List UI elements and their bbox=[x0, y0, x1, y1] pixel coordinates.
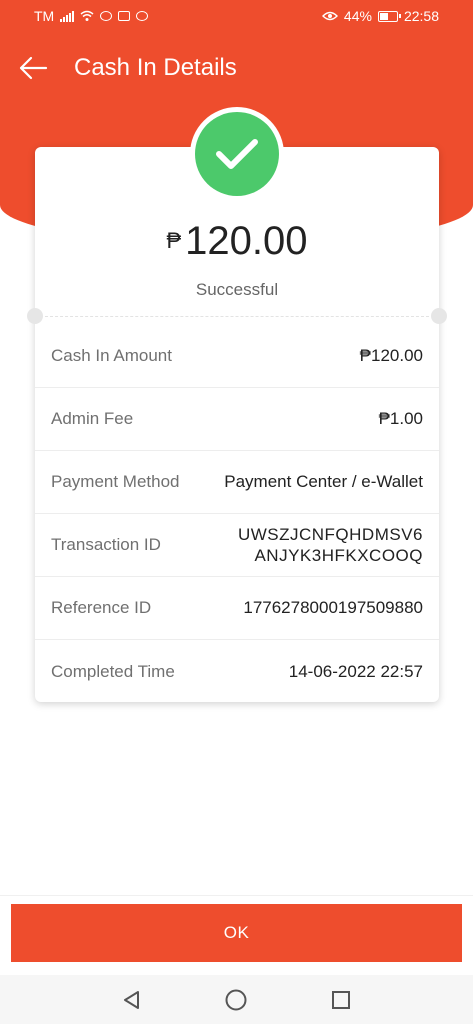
arrow-left-icon bbox=[19, 56, 48, 80]
transaction-id-line-2: ANJYK3HFKXCOOQ bbox=[254, 546, 423, 565]
transaction-status: Successful bbox=[195, 280, 279, 299]
page-title: Cash In Details bbox=[74, 54, 237, 81]
detail-value: ₱120.00 bbox=[359, 346, 423, 365]
circle-home-icon bbox=[225, 989, 247, 1010]
detail-row-transaction-id: Transaction ID UWSZJCNFQHDMSV6 ANJYK3HFK… bbox=[35, 514, 439, 577]
system-nav-bar bbox=[0, 975, 473, 1024]
square-recents-icon bbox=[331, 990, 350, 1009]
check-icon bbox=[216, 139, 258, 169]
detail-value: ₱1.00 bbox=[378, 409, 423, 428]
detail-label: Transaction ID bbox=[51, 535, 161, 554]
battery-icon bbox=[377, 10, 401, 22]
carrier-label: TM bbox=[34, 8, 55, 24]
dashed-divider bbox=[45, 316, 429, 317]
battery-percent: 44% bbox=[343, 8, 372, 24]
nav-recents-button[interactable] bbox=[321, 980, 361, 1020]
news-icon bbox=[118, 11, 131, 21]
clock: 22:58 bbox=[403, 8, 439, 24]
detail-label: Cash In Amount bbox=[51, 346, 172, 365]
nav-home-button[interactable] bbox=[216, 980, 256, 1020]
signal-icon bbox=[60, 10, 75, 22]
detail-row-admin-fee: Admin Fee ₱1.00 bbox=[35, 388, 439, 451]
ticket-notch-left bbox=[27, 308, 43, 324]
transaction-id-line-1: UWSZJCNFQHDMSV6 bbox=[237, 525, 423, 544]
triangle-back-icon bbox=[124, 990, 140, 1009]
wifi-icon bbox=[80, 10, 94, 21]
detail-row-reference-id: Reference ID 1776278000197509880 bbox=[35, 577, 439, 640]
detail-label: Payment Method bbox=[51, 472, 180, 491]
detail-label: Reference ID bbox=[51, 598, 152, 617]
status-left: TM bbox=[34, 8, 149, 24]
amount-display: ₱ 120.00 bbox=[35, 219, 439, 264]
detail-row-payment-method: Payment Method Payment Center / e-Wallet bbox=[35, 451, 439, 514]
detail-value: 14-06-2022 22:57 bbox=[288, 661, 423, 681]
ticket-notch-right bbox=[431, 308, 447, 324]
eye-icon bbox=[321, 11, 338, 21]
status-right: 44% 22:58 bbox=[321, 8, 439, 24]
success-badge bbox=[190, 107, 284, 201]
details-card: ₱ 120.00 Successful Cash In Amount ₱120.0… bbox=[27, 107, 447, 703]
messenger-icon bbox=[100, 11, 113, 21]
status-bar: TM 44% 22:58 bbox=[0, 0, 473, 32]
facebook-icon bbox=[136, 11, 149, 21]
transaction-id-value[interactable]: UWSZJCNFQHDMSV6 ANJYK3HFKXCOOQ bbox=[238, 524, 423, 566]
detail-label: Completed Time bbox=[51, 661, 175, 681]
app-bar: Cash In Details bbox=[0, 40, 473, 96]
detail-row-cash-in-amount: Cash In Amount ₱120.00 bbox=[35, 325, 439, 388]
detail-label: Admin Fee bbox=[51, 409, 134, 428]
details-list: Cash In Amount ₱120.00 Admin Fee ₱1.00 P… bbox=[35, 325, 439, 703]
ok-button[interactable]: OK bbox=[11, 904, 462, 962]
detail-value[interactable]: 1776278000197509880 bbox=[243, 598, 423, 618]
back-button[interactable] bbox=[0, 40, 66, 96]
amount-value: 120.00 bbox=[185, 219, 308, 263]
nav-back-button[interactable] bbox=[112, 980, 152, 1020]
success-circle bbox=[195, 112, 279, 196]
detail-value: Payment Center / e-Wallet bbox=[224, 472, 423, 491]
amount-currency: ₱ bbox=[166, 228, 182, 253]
detail-row-completed-time: Completed Time 14-06-2022 22:57 bbox=[35, 640, 439, 703]
